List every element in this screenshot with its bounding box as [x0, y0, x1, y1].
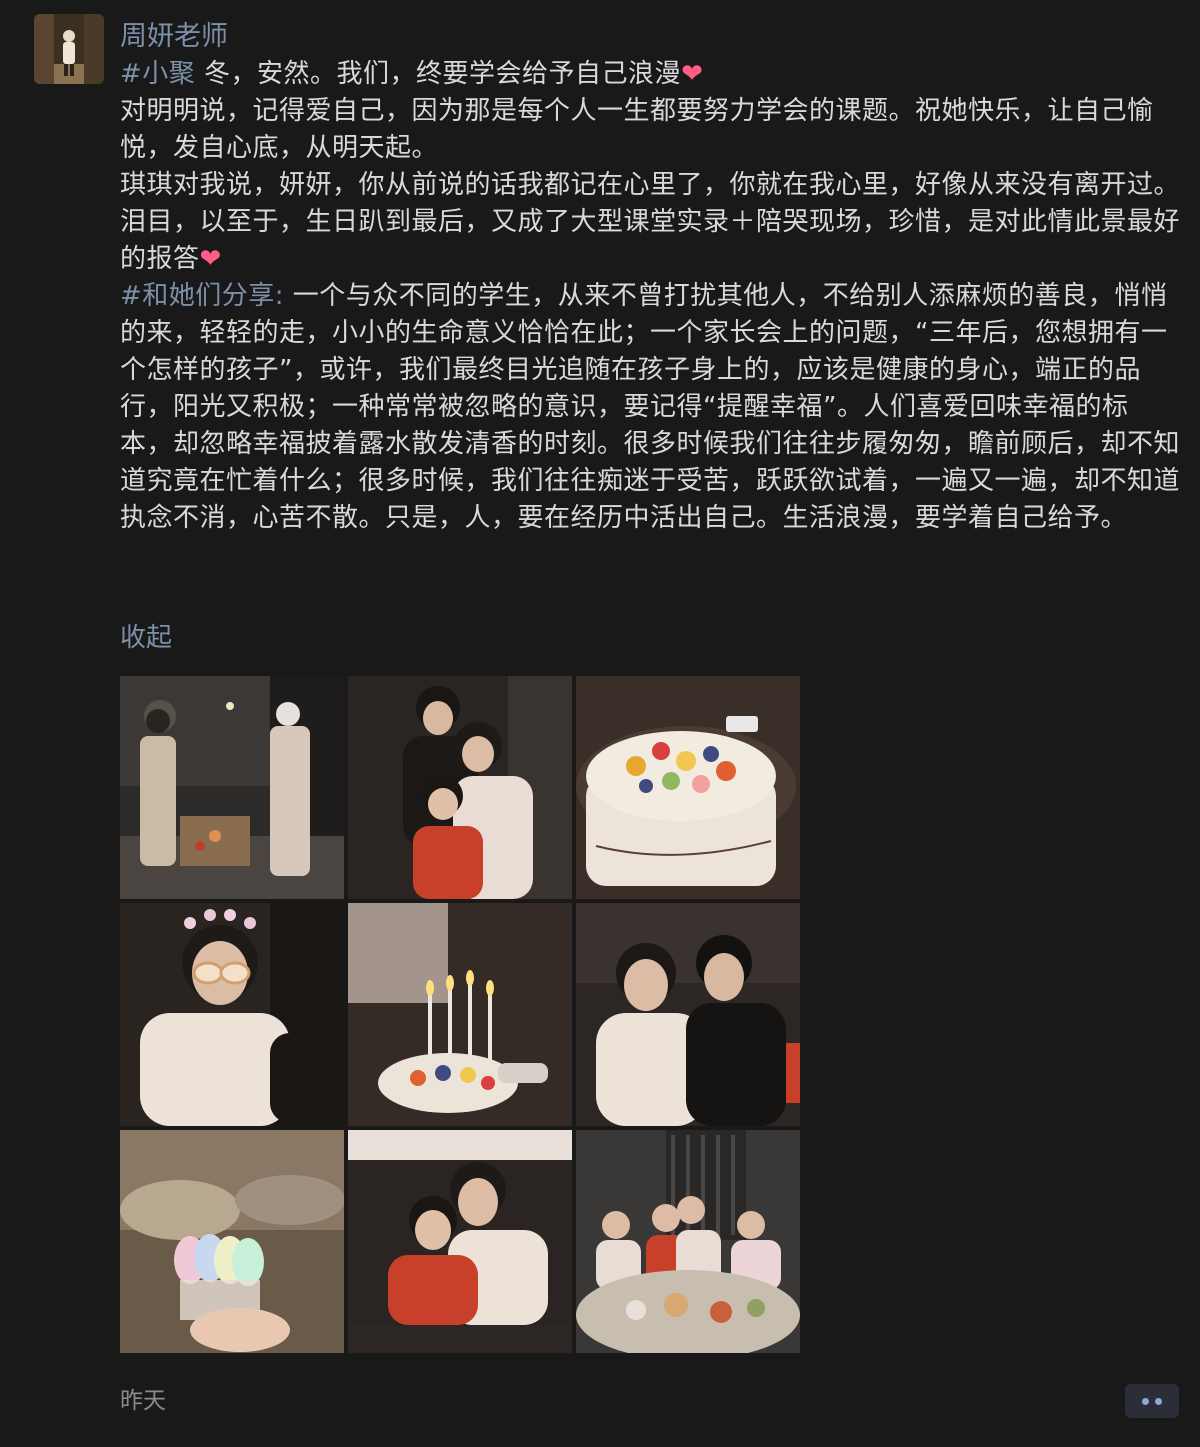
photo-birthday-glasses[interactable] — [120, 903, 344, 1126]
more-dots-icon — [1142, 1397, 1149, 1405]
post-paragraph-with-heart: 琪琪对我说，妍妍，你从前说的话我都记在心里了，你就在我心里，好像从来没有离开过。… — [120, 167, 1180, 278]
avatar[interactable] — [34, 14, 104, 84]
photo-plastic-spoons[interactable] — [120, 1130, 344, 1353]
avatar-image — [34, 14, 104, 84]
photo-cake-candles[interactable] — [348, 903, 572, 1126]
heart-icon: ❤ — [681, 59, 704, 89]
post-paragraph-share: #和她们分享: 一个与众不同的学生，从来不曾打扰其他人，不给别人添麻烦的善良，悄… — [120, 278, 1180, 537]
post-timestamp: 昨天 — [120, 1388, 166, 1414]
post-paragraph: 对明明说，记得爱自己，因为那是每个人一生都要努力学会的课题。祝她快乐，让自己愉悦… — [120, 96, 1154, 163]
photo-two-women[interactable] — [576, 903, 800, 1126]
photo-teachers-student[interactable] — [348, 676, 572, 899]
post-content: #小聚 冬，安然。我们，终要学会给予自己浪漫❤ 对明明说，记得爱自己，因为那是每… — [120, 56, 1180, 537]
hashtag-link[interactable]: #小聚 — [120, 59, 195, 89]
post-text: 冬，安然。我们，终要学会给予自己浪漫 — [195, 59, 682, 89]
hashtag-link[interactable]: #和她们分享: — [120, 281, 284, 311]
photo-teacher-girl[interactable] — [348, 1130, 572, 1353]
post-text: 琪琪对我说，妍妍，你从前说的话我都记在心里了，你就在我心里，好像从来没有离开过。… — [120, 170, 1181, 274]
more-options-button[interactable] — [1125, 1384, 1179, 1418]
photo-grid — [120, 676, 801, 1353]
heart-icon: ❤ — [199, 244, 222, 274]
photo-group-dinner[interactable] — [576, 1130, 800, 1353]
more-dots-icon — [1155, 1397, 1162, 1405]
photo-street-night[interactable] — [120, 676, 344, 899]
collapse-button[interactable]: 收起 — [120, 620, 172, 657]
photo-fruit-cake[interactable] — [576, 676, 800, 899]
post-line-1: #小聚 冬，安然。我们，终要学会给予自己浪漫❤ — [120, 56, 1180, 93]
post-text: 一个与众不同的学生，从来不曾打扰其他人，不给别人添麻烦的善良，悄悄的来，轻轻的走… — [120, 281, 1181, 533]
author-name[interactable]: 周妍老师 — [120, 18, 228, 56]
